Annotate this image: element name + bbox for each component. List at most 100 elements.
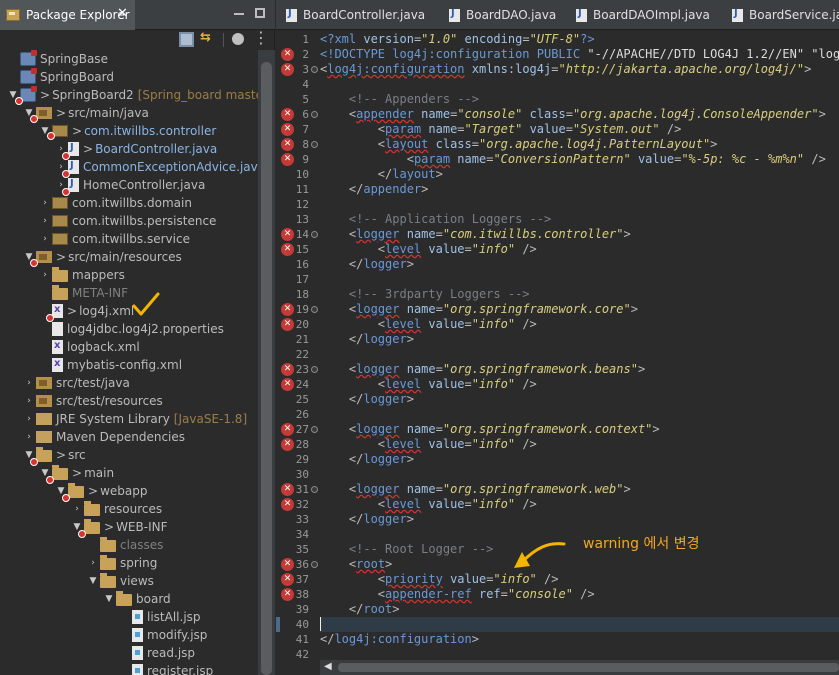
- collapsed-twisty-icon[interactable]: ›: [38, 270, 52, 280]
- collapse-all-icon[interactable]: [179, 32, 194, 47]
- error-icon[interactable]: ✕: [281, 243, 294, 256]
- code-area[interactable]: <?xml version="1.0" encoding="UTF-8"?> <!…: [320, 30, 839, 675]
- tree-item[interactable]: ▼ > src/main/java: [22, 104, 149, 123]
- error-icon[interactable]: ✕: [281, 228, 294, 241]
- error-icon[interactable]: ✕: [281, 108, 294, 121]
- fold-toggle-icon[interactable]: [311, 306, 318, 313]
- tree-item-label: com.itwillbs.service: [72, 232, 190, 246]
- editor-tab[interactable]: BoardDAO.java: [439, 0, 556, 30]
- tree-item[interactable]: ▼ board: [102, 590, 171, 608]
- tree-item[interactable]: › com.itwillbs.persistence: [38, 212, 216, 230]
- collapsed-twisty-icon[interactable]: ›: [38, 234, 52, 244]
- tree-item[interactable]: › spring: [86, 554, 157, 572]
- tree-item[interactable]: › resources: [70, 500, 162, 518]
- error-icon[interactable]: ✕: [281, 138, 294, 151]
- error-icon[interactable]: ✕: [281, 573, 294, 586]
- package-explorer-tab[interactable]: Package Explorer: [0, 0, 135, 30]
- tree-item[interactable]: ▼>SpringBoard2[Spring_board master]: [6, 86, 258, 105]
- tree-item[interactable]: › Maven Dependencies: [22, 428, 185, 446]
- close-icon[interactable]: ✕: [117, 6, 128, 21]
- horizontal-scrollbar[interactable]: ◀: [320, 660, 839, 675]
- fold-toggle-icon[interactable]: [311, 561, 318, 568]
- collapsed-twisty-icon[interactable]: ›: [86, 558, 100, 568]
- minimize-icon[interactable]: [234, 8, 244, 15]
- collapsed-twisty-icon[interactable]: ›: [22, 396, 36, 406]
- tree-item[interactable]: ▼ > src/main/resources: [22, 248, 182, 267]
- tree-item[interactable]: modify.jsp: [118, 626, 207, 644]
- collapsed-twisty-icon[interactable]: ›: [38, 216, 52, 226]
- error-icon[interactable]: ✕: [281, 318, 294, 331]
- collapsed-twisty-icon[interactable]: ›: [22, 378, 36, 388]
- error-icon[interactable]: ✕: [281, 303, 294, 316]
- fold-toggle-icon[interactable]: [311, 141, 318, 148]
- fold-toggle-icon[interactable]: [311, 486, 318, 493]
- maximize-icon[interactable]: [255, 8, 265, 18]
- error-icon[interactable]: ✕: [281, 588, 294, 601]
- editor-tab[interactable]: BoardDAOImpl.java: [566, 0, 710, 30]
- focus-icon[interactable]: [232, 33, 244, 45]
- tree-item[interactable]: mybatis-config.xml: [38, 356, 182, 374]
- code-token: <: [377, 122, 386, 136]
- error-overlay-icon: [62, 494, 70, 502]
- editor-tab[interactable]: BoardService.java: [722, 0, 839, 30]
- tree-item[interactable]: › JRE System Library [JavaSE-1.8]: [22, 410, 247, 428]
- collapsed-twisty-icon[interactable]: ›: [22, 414, 36, 424]
- error-icon[interactable]: ✕: [281, 438, 294, 451]
- tree-item[interactable]: ▼ > src: [22, 446, 86, 466]
- vertical-scrollbar[interactable]: [258, 50, 275, 675]
- error-icon[interactable]: ✕: [281, 378, 294, 391]
- error-icon[interactable]: ✕: [281, 558, 294, 571]
- tree-item[interactable]: › src/test/resources: [22, 392, 163, 410]
- expanded-twisty-icon[interactable]: ▼: [86, 576, 100, 586]
- srcfolder-icon: [36, 377, 52, 389]
- expanded-twisty-icon[interactable]: ▼: [102, 594, 116, 604]
- tree-item[interactable]: read.jsp: [118, 644, 195, 662]
- fold-toggle-icon[interactable]: [311, 366, 318, 373]
- tree-item[interactable]: › com.itwillbs.domain: [38, 194, 192, 212]
- scrollbar-thumb[interactable]: [261, 62, 272, 675]
- fold-toggle-icon[interactable]: [311, 111, 318, 118]
- tree-item[interactable]: ›>BoardController.java: [54, 140, 217, 160]
- tree-item[interactable]: ▼ views: [86, 572, 154, 590]
- tree-item[interactable]: SpringBase: [6, 50, 108, 68]
- collapsed-twisty-icon[interactable]: ›: [38, 198, 52, 208]
- tree-item[interactable]: listAll.jsp: [118, 608, 201, 626]
- error-icon[interactable]: ✕: [281, 123, 294, 136]
- gutter-row: 39: [276, 602, 320, 617]
- fold-toggle-icon[interactable]: [311, 231, 318, 238]
- tree-item[interactable]: >log4j.xml: [38, 302, 134, 322]
- error-icon[interactable]: ✕: [281, 153, 294, 166]
- link-editor-icon[interactable]: ⇆: [200, 30, 215, 45]
- view-menu-icon[interactable]: ⋮: [253, 28, 269, 47]
- tree-item[interactable]: › mappers: [38, 266, 125, 284]
- tree-item[interactable]: classes: [86, 536, 163, 554]
- tree-item[interactable]: ›HomeController.java: [54, 176, 205, 196]
- code-token: >: [435, 167, 443, 181]
- error-icon[interactable]: ✕: [281, 498, 294, 511]
- tree-item[interactable]: ▼ > webapp: [54, 482, 147, 502]
- tree-item[interactable]: › com.itwillbs.service: [38, 230, 190, 248]
- tree-item[interactable]: ▼ > com.itwillbs.controller: [38, 122, 216, 140]
- tree-item[interactable]: register.jsp: [118, 662, 213, 675]
- scroll-left-icon[interactable]: ◀: [324, 661, 332, 672]
- fold-toggle-icon[interactable]: [311, 66, 318, 73]
- collapsed-twisty-icon[interactable]: ›: [70, 504, 84, 514]
- error-icon[interactable]: ✕: [281, 423, 294, 436]
- tree-item[interactable]: META-INF: [38, 284, 128, 302]
- fold-toggle-icon[interactable]: [311, 426, 318, 433]
- tree-item[interactable]: logback.xml: [38, 338, 140, 356]
- error-icon[interactable]: ✕: [281, 363, 294, 376]
- error-icon[interactable]: ✕: [281, 48, 294, 61]
- tree-item[interactable]: › src/test/java: [22, 374, 130, 392]
- tree-item[interactable]: ▼ > main: [38, 464, 114, 484]
- tree-item[interactable]: log4jdbc.log4j2.properties: [38, 320, 224, 338]
- error-icon[interactable]: ✕: [281, 483, 294, 496]
- error-icon[interactable]: ✕: [281, 63, 294, 76]
- tree-item[interactable]: SpringBoard: [6, 68, 114, 86]
- collapsed-twisty-icon[interactable]: ›: [22, 432, 36, 442]
- tree-item[interactable]: ▼ > WEB-INF: [70, 518, 168, 538]
- editor-tab[interactable]: BoardController.java: [276, 0, 425, 30]
- tree-item[interactable]: ›CommonExceptionAdvice.java: [54, 158, 258, 178]
- horizontal-scrollbar-thumb[interactable]: [338, 663, 839, 672]
